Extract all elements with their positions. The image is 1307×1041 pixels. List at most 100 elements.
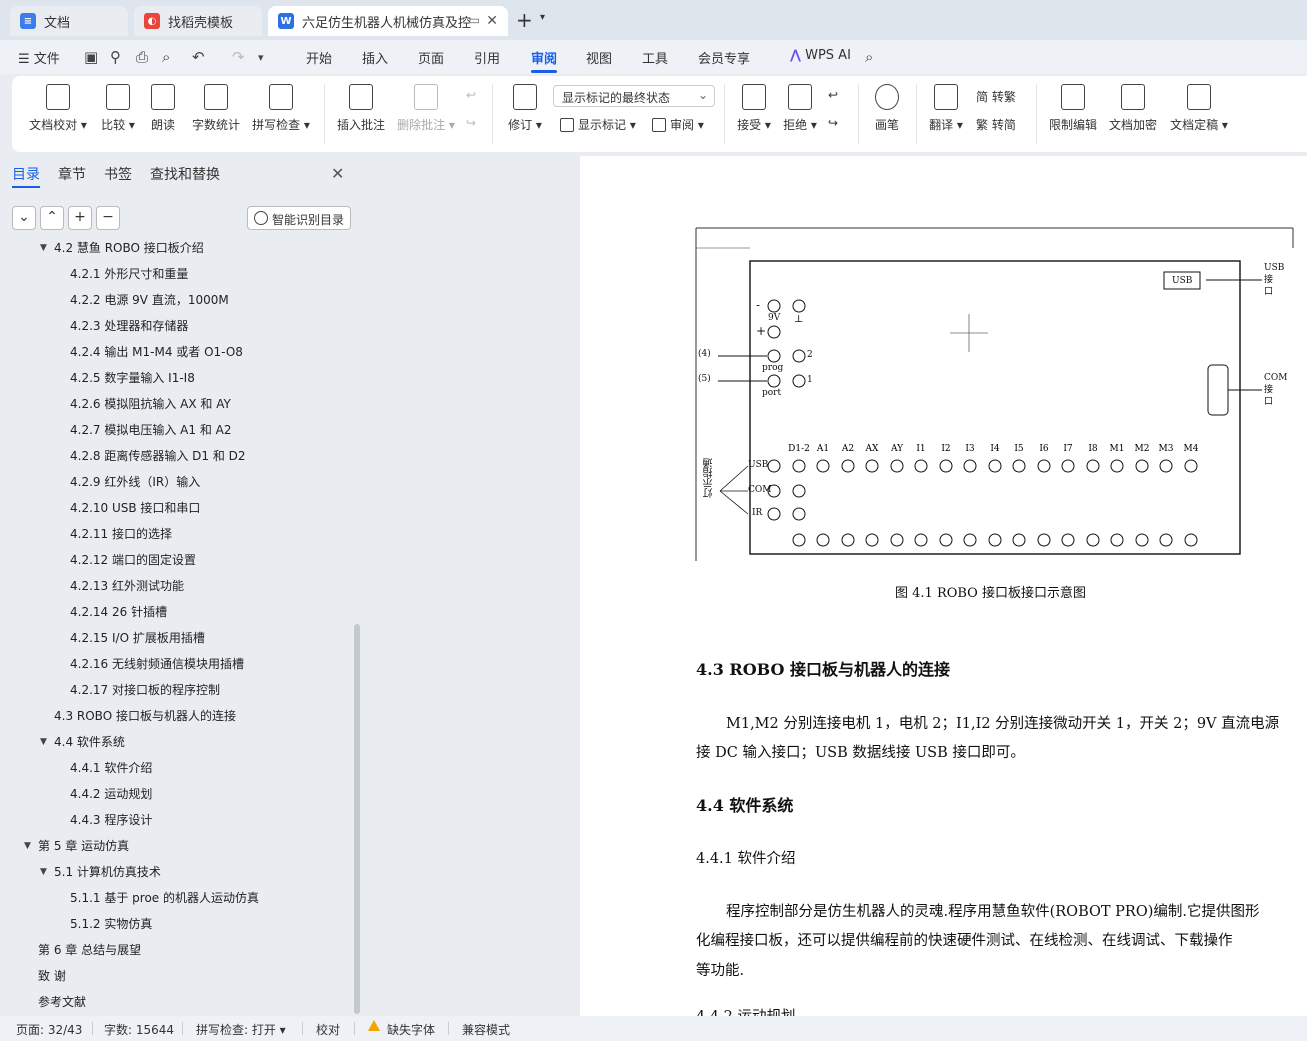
toc-item[interactable]: 5.1.2 实物仿真 <box>70 911 152 937</box>
wps-ai-button[interactable]: ⋀ WPS AI <box>790 48 851 63</box>
expand-arrow-icon[interactable]: ▼ <box>24 841 31 851</box>
toc-item[interactable]: 4.3 ROBO 接口板与机器人的连接 <box>54 703 236 729</box>
toc-item[interactable]: 5.1 计算机仿真技术 <box>54 859 161 885</box>
chevron-down-icon[interactable]: ▾ <box>540 12 545 23</box>
toc-item[interactable]: 4.2.6 模拟阻抗输入 AX 和 AY <box>70 391 231 417</box>
tab-sections[interactable]: 章节 <box>58 164 86 184</box>
translate-button[interactable]: 翻译 ▾ <box>928 84 964 133</box>
toc-item[interactable]: 4.2.14 26 针插槽 <box>70 599 167 625</box>
search-icon[interactable]: ⌕ <box>865 48 873 66</box>
reject-button[interactable]: 拒绝 ▾ <box>782 84 818 133</box>
proofread-button[interactable]: 文档校对 ▾ <box>28 84 88 133</box>
finalize-button[interactable]: 文档定稿 ▾ <box>1168 84 1230 133</box>
page-indicator[interactable]: 页面: 32/43 <box>16 1021 82 1038</box>
toc-item[interactable]: 4.4.2 运动规划 <box>70 781 152 807</box>
toc-item[interactable]: 第 6 章 总结与展望 <box>38 937 141 963</box>
to-simplified-button[interactable]: 繁 转简 <box>976 116 1016 133</box>
spell-check-status[interactable]: 拼写检查: 打开 ▾ <box>196 1021 286 1038</box>
accept-button[interactable]: 接受 ▾ <box>736 84 772 133</box>
menu-member[interactable]: 会员专享 <box>698 48 750 67</box>
expand-up-button[interactable]: ⌃ <box>40 206 64 230</box>
toc-item[interactable]: 4.2.4 输出 M1-M4 或者 O1-O8 <box>70 339 243 365</box>
toc-item[interactable]: 4.2.8 距离传感器输入 D1 和 D2 <box>70 443 246 469</box>
review-pane-button[interactable]: 审阅 ▾ <box>652 116 704 133</box>
toc-item[interactable]: 4.2.9 红外线（IR）输入 <box>70 469 200 495</box>
tab-toc[interactable]: 目录 <box>12 164 40 184</box>
menu-references[interactable]: 引用 <box>474 48 500 67</box>
collapse-all-button[interactable]: ⌄ <box>12 206 36 230</box>
toc-item[interactable]: 4.4.1 软件介绍 <box>70 755 152 781</box>
toc-item[interactable]: 4.2.17 对接口板的程序控制 <box>70 677 220 703</box>
word-count[interactable]: 字数: 15644 <box>104 1021 174 1038</box>
add-heading-button[interactable]: + <box>68 206 92 230</box>
tab-current-document[interactable]: W 六足仿生机器人机械仿真及控 ▭ ✕ <box>268 6 508 36</box>
remove-heading-button[interactable]: − <box>96 206 120 230</box>
markup-state-select[interactable]: 显示标记的最终状态 ⌄ <box>553 85 715 107</box>
revise-button[interactable]: 修订 ▾ <box>506 84 544 133</box>
toc-item[interactable]: 4.2.12 端口的固定设置 <box>70 547 196 573</box>
screen-icon[interactable]: ▭ <box>469 13 480 27</box>
previous-comment-icon[interactable]: ↩ <box>466 88 476 102</box>
print-icon[interactable]: ⎙ <box>136 48 148 66</box>
toc-item[interactable]: 4.2.15 I/O 扩展板用插槽 <box>70 625 205 651</box>
toc-item[interactable]: 4.2.10 USB 接口和串口 <box>70 495 200 521</box>
toc-item[interactable]: 4.4.3 程序设计 <box>70 807 152 833</box>
tab-find-replace[interactable]: 查找和替换 <box>150 164 220 184</box>
read-aloud-button[interactable]: 朗读 <box>150 84 176 133</box>
insert-comment-button[interactable]: 插入批注 <box>336 84 386 133</box>
status-divider <box>302 1022 303 1035</box>
print-preview-icon[interactable]: ⌕ <box>162 48 170 66</box>
menu-review[interactable]: 审阅 <box>531 48 557 67</box>
toc-item[interactable]: 4.2.5 数字量输入 I1-I8 <box>70 365 195 391</box>
share-icon[interactable]: ⚲ <box>110 48 121 66</box>
previous-change-icon[interactable]: ↩ <box>828 88 838 102</box>
next-comment-icon[interactable]: ↪ <box>466 116 476 130</box>
toc-item[interactable]: 第 5 章 运动仿真 <box>38 833 129 859</box>
compare-button[interactable]: 比较 ▾ <box>98 84 138 133</box>
encrypt-button[interactable]: 文档加密 <box>1108 84 1158 133</box>
menu-view[interactable]: 视图 <box>586 48 612 67</box>
new-tab-icon[interactable]: + <box>516 8 533 32</box>
toc-item[interactable]: 4.2 慧鱼 ROBO 接口板介绍 <box>54 240 204 261</box>
close-tab-icon[interactable]: ✕ <box>486 13 498 29</box>
close-icon[interactable]: ✕ <box>331 164 344 183</box>
toc-item[interactable]: 4.2.13 红外测试功能 <box>70 573 184 599</box>
menu-page[interactable]: 页面 <box>418 48 444 67</box>
save-icon[interactable]: ▣ <box>84 48 98 66</box>
smart-toc-button[interactable]: 智能识别目录 <box>247 206 351 230</box>
tab-bookmarks[interactable]: 书签 <box>104 164 132 184</box>
expand-arrow-icon[interactable]: ▼ <box>40 243 47 253</box>
toc-item[interactable]: 4.2.7 模拟电压输入 A1 和 A2 <box>70 417 231 443</box>
expand-arrow-icon[interactable]: ▼ <box>40 737 47 747</box>
menu-home[interactable]: 开始 <box>306 48 332 67</box>
delete-comment-button[interactable]: 删除批注 ▾ <box>396 84 456 133</box>
toc-item[interactable]: 致 谢 <box>38 963 66 989</box>
toc-item[interactable]: 5.1.1 基于 proe 的机器人运动仿真 <box>70 885 259 911</box>
file-menu[interactable]: ☰ 文件 <box>18 48 60 67</box>
toc-item[interactable]: 4.2.1 外形尺寸和重量 <box>70 261 188 287</box>
toc-item[interactable]: 4.2.11 接口的选择 <box>70 521 172 547</box>
restrict-edit-button[interactable]: 限制编辑 <box>1048 84 1098 133</box>
nav-scrollbar[interactable] <box>354 624 360 1014</box>
show-markup-button[interactable]: 显示标记 ▾ <box>560 116 636 133</box>
toc-item[interactable]: 4.2.3 处理器和存储器 <box>70 313 188 339</box>
missing-font-status[interactable]: 缺失字体 <box>387 1021 435 1038</box>
tab-documents[interactable]: ≡ 文档 <box>10 6 128 36</box>
tab-docer-templates[interactable]: ◐ 找稻壳模板 <box>134 6 262 36</box>
toc-item[interactable]: 参考文献 <box>38 989 86 1015</box>
pen-button[interactable]: 画笔 <box>872 84 902 133</box>
quick-access-more-icon[interactable]: ▾ <box>258 51 264 64</box>
expand-arrow-icon[interactable]: ▼ <box>40 867 47 877</box>
undo-icon[interactable]: ↶ <box>192 48 205 66</box>
spell-check-button[interactable]: 拼写检查 ▾ <box>250 84 312 133</box>
to-traditional-button[interactable]: 简 转繁 <box>976 88 1016 105</box>
toc-item[interactable]: 4.2.2 电源 9V 直流，1000M <box>70 287 229 313</box>
menu-insert[interactable]: 插入 <box>362 48 388 67</box>
toc-item[interactable]: 4.4 软件系统 <box>54 729 125 755</box>
redo-icon[interactable]: ↷ <box>232 48 245 66</box>
toc-item[interactable]: 4.2.16 无线射频通信模块用插槽 <box>70 651 244 677</box>
next-change-icon[interactable]: ↪ <box>828 116 838 130</box>
menu-tools[interactable]: 工具 <box>642 48 668 67</box>
proofread-status[interactable]: 校对 <box>316 1021 340 1038</box>
word-count-button[interactable]: 字数统计 <box>190 84 242 133</box>
